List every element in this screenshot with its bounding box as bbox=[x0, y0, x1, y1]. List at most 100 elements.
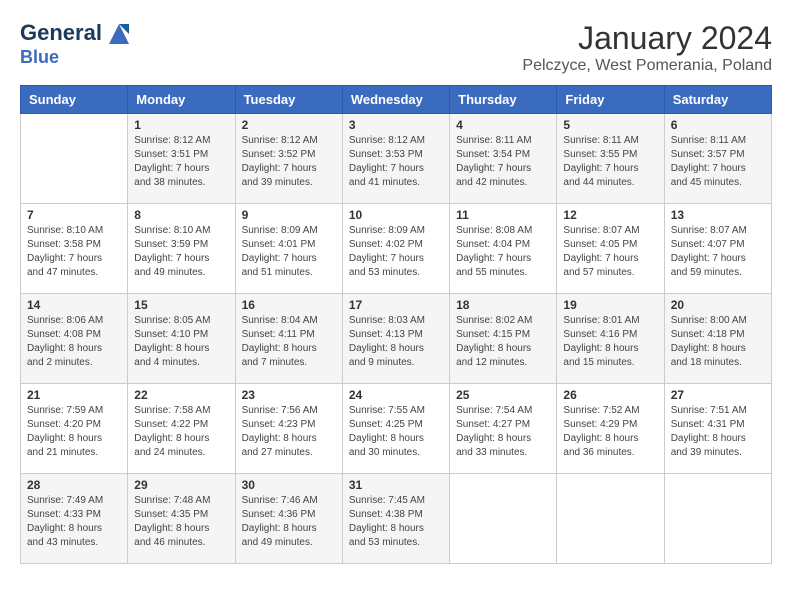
calendar-week-row: 1 Sunrise: 8:12 AM Sunset: 3:51 PM Daylig… bbox=[21, 114, 772, 204]
calendar-week-row: 7 Sunrise: 8:10 AM Sunset: 3:58 PM Daylig… bbox=[21, 204, 772, 294]
day-number: 2 bbox=[242, 118, 336, 132]
day-info: Sunrise: 7:51 AM Sunset: 4:31 PM Dayligh… bbox=[671, 404, 765, 460]
day-info: Sunrise: 8:07 AM Sunset: 4:05 PM Dayligh… bbox=[563, 224, 657, 280]
calendar-cell: 10 Sunrise: 8:09 AM Sunset: 4:02 PM Dayli… bbox=[342, 204, 449, 294]
calendar-cell: 13 Sunrise: 8:07 AM Sunset: 4:07 PM Dayli… bbox=[664, 204, 771, 294]
location-title: Pelczyce, West Pomerania, Poland bbox=[522, 57, 772, 75]
day-number: 12 bbox=[563, 208, 657, 222]
logo-icon bbox=[105, 20, 133, 48]
day-info: Sunrise: 8:09 AM Sunset: 4:02 PM Dayligh… bbox=[349, 224, 443, 280]
day-number: 8 bbox=[134, 208, 228, 222]
day-info: Sunrise: 8:11 AM Sunset: 3:55 PM Dayligh… bbox=[563, 134, 657, 190]
calendar-cell: 6 Sunrise: 8:11 AM Sunset: 3:57 PM Daylig… bbox=[664, 114, 771, 204]
calendar-cell: 25 Sunrise: 7:54 AM Sunset: 4:27 PM Dayli… bbox=[450, 384, 557, 474]
day-number: 30 bbox=[242, 478, 336, 492]
calendar-week-row: 14Sunrise: 8:06 AM Sunset: 4:08 PM Dayli… bbox=[21, 294, 772, 384]
calendar-cell: 17 Sunrise: 8:03 AM Sunset: 4:13 PM Dayli… bbox=[342, 294, 449, 384]
day-number: 20 bbox=[671, 298, 765, 312]
day-info: Sunrise: 7:56 AM Sunset: 4:23 PM Dayligh… bbox=[242, 404, 336, 460]
calendar-cell: 27 Sunrise: 7:51 AM Sunset: 4:31 PM Dayli… bbox=[664, 384, 771, 474]
calendar-cell bbox=[557, 474, 664, 564]
logo: General Blue bbox=[20, 20, 133, 68]
weekday-header-thursday: Thursday bbox=[450, 86, 557, 114]
day-info: Sunrise: 7:59 AM Sunset: 4:20 PM Dayligh… bbox=[27, 404, 121, 460]
calendar-header-row: SundayMondayTuesdayWednesdayThursdayFrid… bbox=[21, 86, 772, 114]
day-number: 23 bbox=[242, 388, 336, 402]
day-info: Sunrise: 8:12 AM Sunset: 3:52 PM Dayligh… bbox=[242, 134, 336, 190]
calendar-cell: 3Sunrise: 8:12 AM Sunset: 3:53 PM Daylig… bbox=[342, 114, 449, 204]
day-info: Sunrise: 8:04 AM Sunset: 4:11 PM Dayligh… bbox=[242, 314, 336, 370]
day-number: 5 bbox=[563, 118, 657, 132]
calendar-cell: 4Sunrise: 8:11 AM Sunset: 3:54 PM Daylig… bbox=[450, 114, 557, 204]
day-number: 6 bbox=[671, 118, 765, 132]
day-number: 21 bbox=[27, 388, 121, 402]
day-info: Sunrise: 7:45 AM Sunset: 4:38 PM Dayligh… bbox=[349, 494, 443, 550]
page-header: General Blue January 2024 Pelczyce, West… bbox=[20, 20, 772, 75]
day-number: 11 bbox=[456, 208, 550, 222]
day-info: Sunrise: 8:08 AM Sunset: 4:04 PM Dayligh… bbox=[456, 224, 550, 280]
calendar-cell: 8 Sunrise: 8:10 AM Sunset: 3:59 PM Daylig… bbox=[128, 204, 235, 294]
calendar-cell bbox=[21, 114, 128, 204]
day-info: Sunrise: 8:12 AM Sunset: 3:51 PM Dayligh… bbox=[134, 134, 228, 190]
calendar-cell: 15 Sunrise: 8:05 AM Sunset: 4:10 PM Dayli… bbox=[128, 294, 235, 384]
day-number: 9 bbox=[242, 208, 336, 222]
day-info: Sunrise: 8:03 AM Sunset: 4:13 PM Dayligh… bbox=[349, 314, 443, 370]
title-block: January 2024 Pelczyce, West Pomerania, P… bbox=[522, 20, 772, 75]
day-number: 24 bbox=[349, 388, 443, 402]
calendar-cell: 2 Sunrise: 8:12 AM Sunset: 3:52 PM Daylig… bbox=[235, 114, 342, 204]
logo-text: General Blue bbox=[20, 20, 133, 68]
day-info: Sunrise: 8:11 AM Sunset: 3:57 PM Dayligh… bbox=[671, 134, 765, 190]
calendar-cell: 30 Sunrise: 7:46 AM Sunset: 4:36 PM Dayli… bbox=[235, 474, 342, 564]
day-info: Sunrise: 7:52 AM Sunset: 4:29 PM Dayligh… bbox=[563, 404, 657, 460]
day-number: 16 bbox=[242, 298, 336, 312]
calendar-cell: 26Sunrise: 7:52 AM Sunset: 4:29 PM Dayli… bbox=[557, 384, 664, 474]
day-info: Sunrise: 8:02 AM Sunset: 4:15 PM Dayligh… bbox=[456, 314, 550, 370]
calendar-cell: 12 Sunrise: 8:07 AM Sunset: 4:05 PM Dayli… bbox=[557, 204, 664, 294]
calendar-cell: 9Sunrise: 8:09 AM Sunset: 4:01 PM Daylig… bbox=[235, 204, 342, 294]
day-info: Sunrise: 8:10 AM Sunset: 3:58 PM Dayligh… bbox=[27, 224, 121, 280]
day-info: Sunrise: 8:07 AM Sunset: 4:07 PM Dayligh… bbox=[671, 224, 765, 280]
calendar-cell: 21 Sunrise: 7:59 AM Sunset: 4:20 PM Dayli… bbox=[21, 384, 128, 474]
day-info: Sunrise: 7:55 AM Sunset: 4:25 PM Dayligh… bbox=[349, 404, 443, 460]
day-number: 25 bbox=[456, 388, 550, 402]
day-info: Sunrise: 8:01 AM Sunset: 4:16 PM Dayligh… bbox=[563, 314, 657, 370]
day-info: Sunrise: 8:10 AM Sunset: 3:59 PM Dayligh… bbox=[134, 224, 228, 280]
weekday-header-sunday: Sunday bbox=[21, 86, 128, 114]
day-number: 13 bbox=[671, 208, 765, 222]
day-info: Sunrise: 7:58 AM Sunset: 4:22 PM Dayligh… bbox=[134, 404, 228, 460]
day-info: Sunrise: 8:11 AM Sunset: 3:54 PM Dayligh… bbox=[456, 134, 550, 190]
day-number: 3 bbox=[349, 118, 443, 132]
day-number: 10 bbox=[349, 208, 443, 222]
calendar-cell: 1 Sunrise: 8:12 AM Sunset: 3:51 PM Daylig… bbox=[128, 114, 235, 204]
calendar-cell: 11 Sunrise: 8:08 AM Sunset: 4:04 PM Dayli… bbox=[450, 204, 557, 294]
month-title: January 2024 bbox=[522, 20, 772, 57]
weekday-header-monday: Monday bbox=[128, 86, 235, 114]
calendar-week-row: 28Sunrise: 7:49 AM Sunset: 4:33 PM Dayli… bbox=[21, 474, 772, 564]
day-info: Sunrise: 7:54 AM Sunset: 4:27 PM Dayligh… bbox=[456, 404, 550, 460]
calendar-table: SundayMondayTuesdayWednesdayThursdayFrid… bbox=[20, 85, 772, 564]
calendar-cell: 5 Sunrise: 8:11 AM Sunset: 3:55 PM Daylig… bbox=[557, 114, 664, 204]
day-number: 29 bbox=[134, 478, 228, 492]
calendar-cell: 7 Sunrise: 8:10 AM Sunset: 3:58 PM Daylig… bbox=[21, 204, 128, 294]
weekday-header-saturday: Saturday bbox=[664, 86, 771, 114]
calendar-cell: 23 Sunrise: 7:56 AM Sunset: 4:23 PM Dayli… bbox=[235, 384, 342, 474]
calendar-week-row: 21 Sunrise: 7:59 AM Sunset: 4:20 PM Dayli… bbox=[21, 384, 772, 474]
calendar-cell: 22Sunrise: 7:58 AM Sunset: 4:22 PM Dayli… bbox=[128, 384, 235, 474]
calendar-cell: 18Sunrise: 8:02 AM Sunset: 4:15 PM Dayli… bbox=[450, 294, 557, 384]
calendar-cell: 20 Sunrise: 8:00 AM Sunset: 4:18 PM Dayli… bbox=[664, 294, 771, 384]
day-number: 31 bbox=[349, 478, 443, 492]
calendar-cell: 29Sunrise: 7:48 AM Sunset: 4:35 PM Dayli… bbox=[128, 474, 235, 564]
day-info: Sunrise: 8:06 AM Sunset: 4:08 PM Dayligh… bbox=[27, 314, 121, 370]
day-info: Sunrise: 8:00 AM Sunset: 4:18 PM Dayligh… bbox=[671, 314, 765, 370]
day-number: 7 bbox=[27, 208, 121, 222]
day-number: 15 bbox=[134, 298, 228, 312]
day-info: Sunrise: 7:49 AM Sunset: 4:33 PM Dayligh… bbox=[27, 494, 121, 550]
day-number: 17 bbox=[349, 298, 443, 312]
day-info: Sunrise: 8:05 AM Sunset: 4:10 PM Dayligh… bbox=[134, 314, 228, 370]
calendar-cell: 24 Sunrise: 7:55 AM Sunset: 4:25 PM Dayli… bbox=[342, 384, 449, 474]
weekday-header-wednesday: Wednesday bbox=[342, 86, 449, 114]
calendar-cell bbox=[664, 474, 771, 564]
day-info: Sunrise: 7:46 AM Sunset: 4:36 PM Dayligh… bbox=[242, 494, 336, 550]
day-number: 27 bbox=[671, 388, 765, 402]
day-number: 1 bbox=[134, 118, 228, 132]
